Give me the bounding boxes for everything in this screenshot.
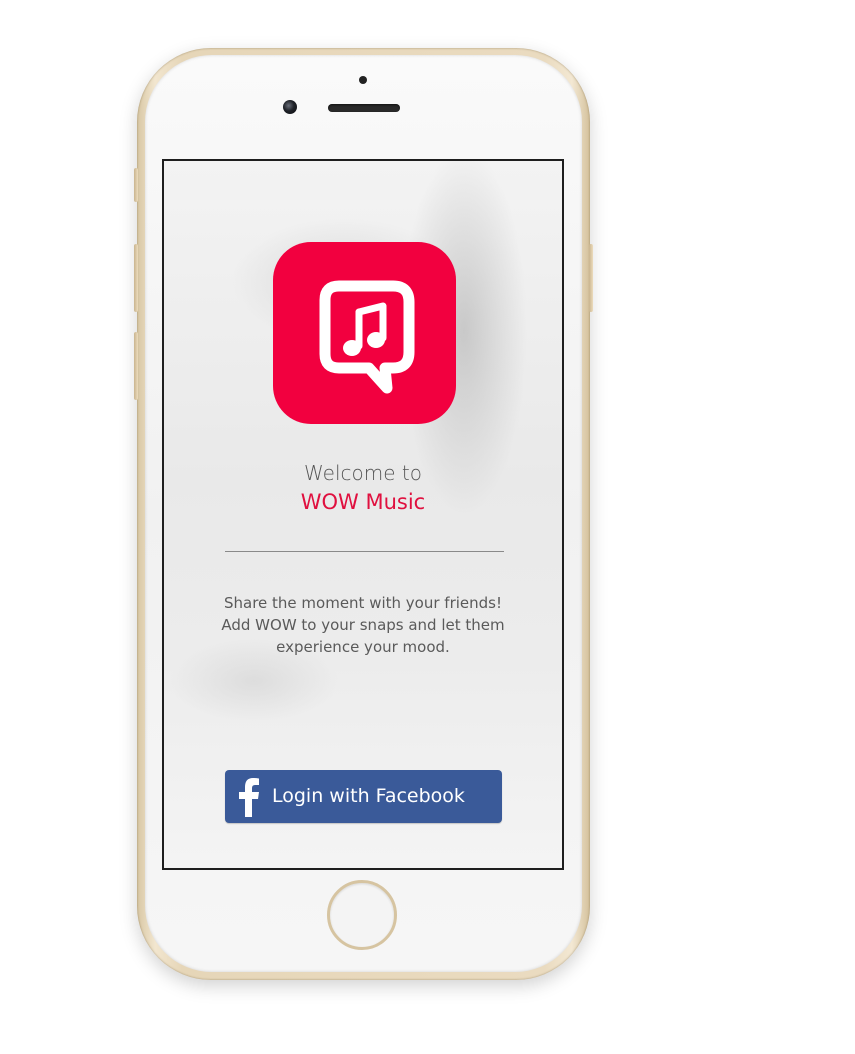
volume-up-button (134, 244, 138, 312)
volume-down-button (134, 332, 138, 400)
wow-music-app-icon (273, 242, 456, 424)
login-with-facebook-button[interactable]: Login with Facebook (225, 770, 502, 823)
front-camera-icon (283, 100, 297, 114)
mockup-stage: Welcome to WOW Music Share the moment wi… (0, 0, 855, 1054)
power-button (589, 244, 593, 312)
app-description: Share the moment with your friends! Add … (184, 592, 542, 658)
proximity-sensor (359, 76, 367, 84)
earpiece-speaker (328, 104, 400, 112)
divider (225, 551, 504, 552)
home-button[interactable] (327, 880, 397, 950)
facebook-f-icon (239, 778, 259, 817)
description-line: Add WOW to your snaps and let them (221, 616, 505, 634)
description-line: Share the moment with your friends! (223, 594, 502, 612)
welcome-text: Welcome to (304, 461, 422, 485)
app-screen: Welcome to WOW Music Share the moment wi… (162, 159, 564, 870)
music-note-chat-bubble-icon (319, 280, 415, 394)
description-line: experience your mood. (276, 638, 450, 656)
login-button-label: Login with Facebook (272, 785, 465, 807)
mute-switch (134, 168, 138, 202)
app-name: WOW Music (300, 490, 426, 514)
